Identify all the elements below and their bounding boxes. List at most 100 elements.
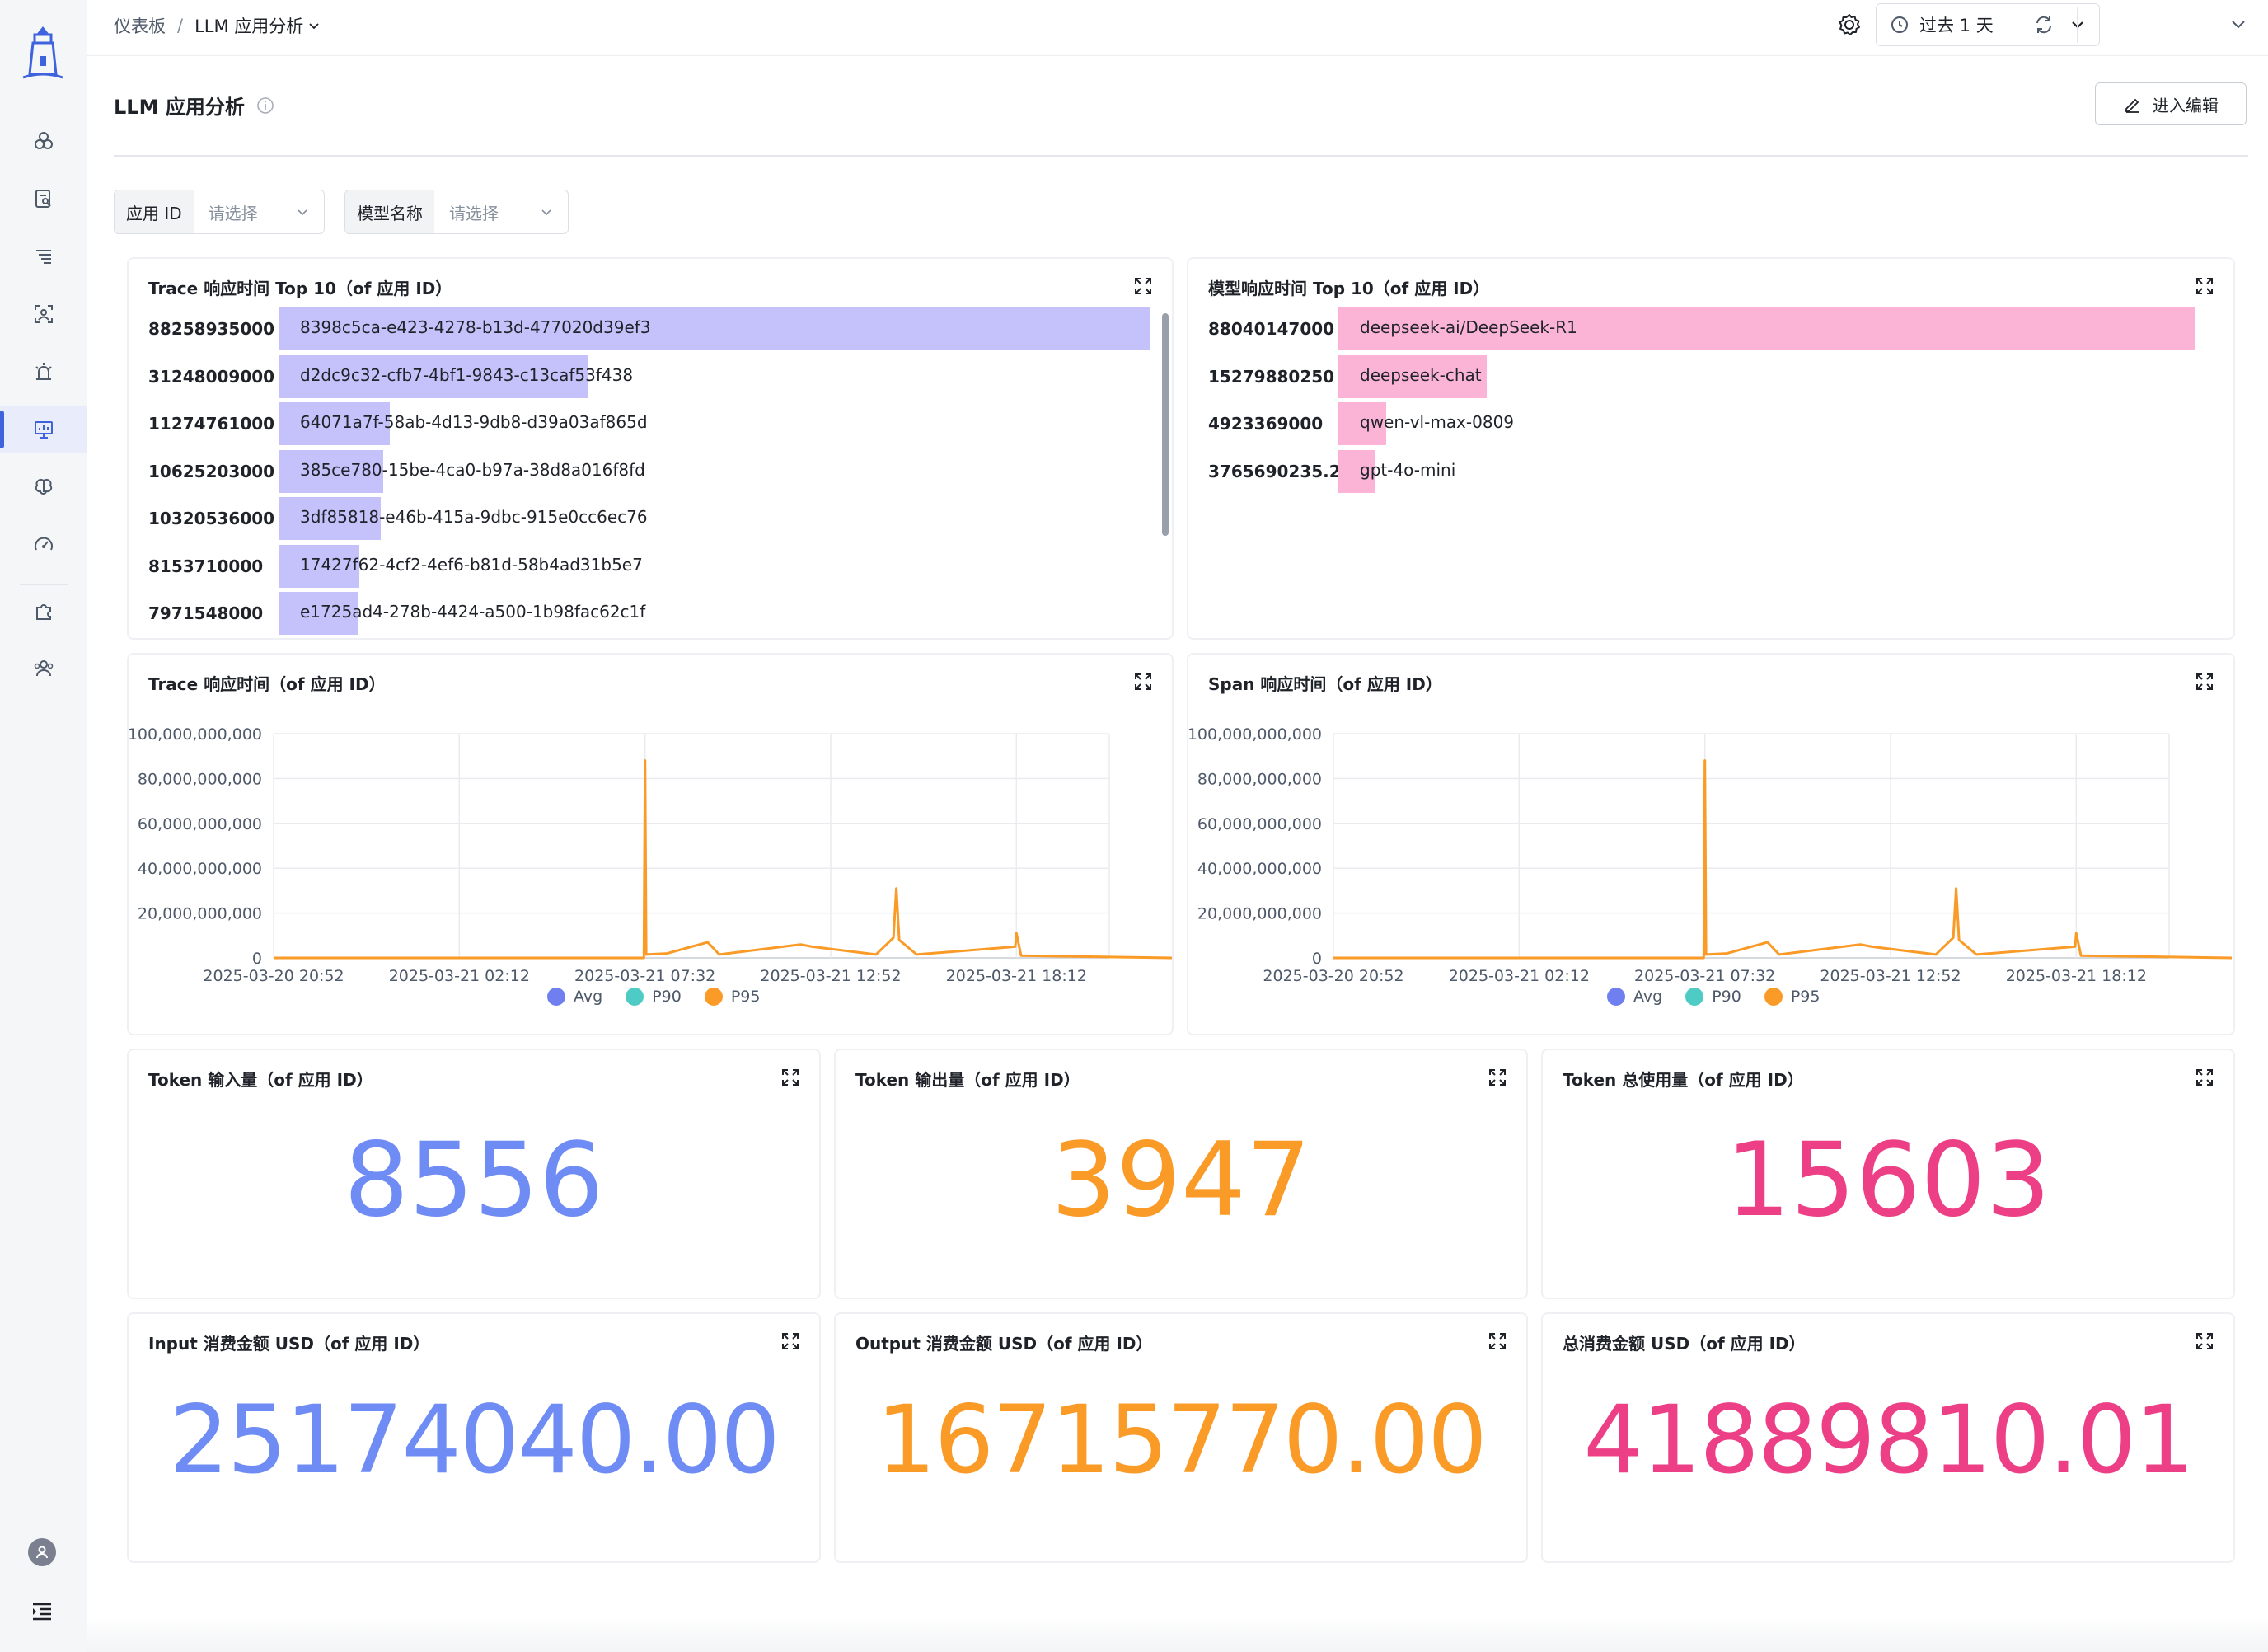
bar-value: 88258935000 xyxy=(148,319,275,339)
legend-dot xyxy=(547,988,565,1006)
title-divider xyxy=(114,155,2248,157)
series-line-p95 xyxy=(1333,759,2233,960)
bar-label: 8398c5ca-e423-4278-b13d-477020d39ef3 xyxy=(300,317,651,337)
nav-alert[interactable] xyxy=(0,348,87,396)
legend-item-avg[interactable]: Avg xyxy=(1607,988,1662,1006)
panel-title: Token 输出量（of 应用 ID） xyxy=(855,1070,1080,1090)
stat-value: 41889810.01 xyxy=(1583,1385,2195,1495)
expand-icon[interactable] xyxy=(2195,1068,2214,1086)
nav-search-doc[interactable] xyxy=(0,175,87,223)
expand-icon[interactable] xyxy=(781,1332,799,1350)
bar-track: 8398c5ca-e423-4278-b13d-477020d39ef3 xyxy=(279,307,1150,350)
info-icon[interactable] xyxy=(256,96,274,115)
enter-edit-button[interactable]: 进入编辑 xyxy=(2095,82,2247,125)
span-response-time-chart[interactable]: 100,000,000,000 80,000,000,000 60,000,000,… xyxy=(1188,655,2233,984)
x-tick-label: 2025-03-20 20:52 xyxy=(1263,967,1403,984)
y-tick-label: 100,000,000,000 xyxy=(129,725,262,744)
trace-response-time-chart[interactable]: 100,000,000,000 80,000,000,000 60,000,000,… xyxy=(129,655,1172,984)
nav-filter-list[interactable] xyxy=(0,232,87,280)
y-tick-label: 40,000,000,000 xyxy=(1197,860,1322,878)
page-bottom-fade xyxy=(87,1616,2268,1652)
nav-dashboard[interactable] xyxy=(0,406,87,453)
bar-row[interactable]: 7971548000 e1725ad4-278b-4424-a500-1b98fa… xyxy=(148,592,1150,635)
legend-dot xyxy=(704,988,723,1006)
bar-row[interactable]: 88258935000 8398c5ca-e423-4278-b13d-47702… xyxy=(148,307,1150,350)
legend-label: P95 xyxy=(730,988,761,1006)
nav-team[interactable] xyxy=(0,645,87,692)
y-tick-label: 60,000,000,000 xyxy=(1197,815,1322,833)
expand-icon[interactable] xyxy=(781,1068,799,1086)
chevron-down-icon xyxy=(298,209,307,216)
bar-row[interactable]: 8153710000 17427f62-4cf2-4ef6-b81d-58b4ad… xyxy=(148,544,1150,588)
bar-row[interactable]: 31248009000 d2dc9c32-cfb7-4bf1-9843-c13ca… xyxy=(148,354,1150,398)
legend-label: Avg xyxy=(1633,988,1663,1006)
filter-model-name-label: 模型名称 xyxy=(345,190,434,233)
header-divider xyxy=(2077,7,2078,43)
bar-row[interactable]: 4923369000 qwen-vl-max-0809 xyxy=(1208,402,2195,445)
bar-value: 7971548000 xyxy=(148,603,264,623)
filter-app-id-placeholder: 请选择 xyxy=(208,203,258,223)
nav-plugin[interactable] xyxy=(0,587,87,635)
settings-gear-icon[interactable] xyxy=(1836,12,1863,38)
bar-track: e1725ad4-278b-4424-a500-1b98fac62c1f xyxy=(279,592,1150,635)
bar-row[interactable]: 10320536000 3df85818-e46b-415a-9dbc-915e0… xyxy=(148,497,1150,540)
legend-item-avg[interactable]: Avg xyxy=(547,988,602,1006)
bar-track: 385ce780-15be-4ca0-b97a-38d8a016f8fd xyxy=(279,449,1150,493)
scrollbar[interactable] xyxy=(1162,313,1169,536)
breadcrumb-current-dashboard[interactable]: LLM 应用分析 xyxy=(194,13,320,38)
y-tick-label: 20,000,000,000 xyxy=(138,905,262,923)
brain-icon xyxy=(35,478,53,495)
bar-label: 3df85818-e46b-415a-9dbc-915e0cc6ec76 xyxy=(300,507,648,527)
legend-item-p90[interactable]: P90 xyxy=(1685,988,1741,1006)
panel-cost-output: Output 消费金额 USD（of 应用 ID） 16715770.00 xyxy=(834,1312,1528,1563)
bar-label: 64071a7f-58ab-4d13-9db8-d39a03af865d xyxy=(300,412,648,432)
bar-value: 11274761000 xyxy=(148,414,275,434)
edit-pencil-icon xyxy=(2125,98,2139,113)
plugin-icon xyxy=(36,604,51,620)
bar-row[interactable]: 10625203000 385ce780-15be-4ca0-b97a-38d8a… xyxy=(148,449,1150,493)
bar-value: 10625203000 xyxy=(148,461,275,481)
bar-track: d2dc9c32-cfb7-4bf1-9843-c13caf53f438 xyxy=(279,354,1150,398)
expand-icon[interactable] xyxy=(2195,1332,2214,1350)
bar-row[interactable]: 15279880250 deepseek-chat xyxy=(1208,354,2195,398)
expand-icon[interactable] xyxy=(1134,277,1152,295)
expand-icon[interactable] xyxy=(1488,1332,1507,1350)
x-tick-label: 2025-03-21 02:12 xyxy=(1449,967,1590,984)
breadcrumb-dashboards[interactable]: 仪表板 xyxy=(114,13,166,38)
legend-dot xyxy=(1607,988,1625,1006)
user-avatar[interactable] xyxy=(28,1538,56,1566)
legend-item-p95[interactable]: P95 xyxy=(704,988,761,1006)
nav-scan[interactable] xyxy=(0,290,87,338)
filter-app-id-select[interactable]: 请选择 xyxy=(194,190,324,233)
x-tick-label: 2025-03-21 12:52 xyxy=(760,967,901,984)
series-line-p95 xyxy=(274,759,1172,960)
bar-label: e1725ad4-278b-4424-a500-1b98fac62c1f xyxy=(300,602,646,622)
panel-trace-response-time: Trace 响应时间（of 应用 ID） 100,000,000,000 80,0… xyxy=(127,653,1174,1035)
legend-item-p95[interactable]: P95 xyxy=(1764,988,1820,1006)
time-range-select[interactable]: 过去 1 天 xyxy=(1876,3,2100,46)
y-tick-label: 80,000,000,000 xyxy=(138,770,262,788)
bar-track: 3df85818-e46b-415a-9dbc-915e0cc6ec76 xyxy=(279,497,1150,540)
bar-row[interactable]: 11274761000 64071a7f-58ab-4d13-9db8-d39a0… xyxy=(148,402,1150,445)
filter-list-icon xyxy=(36,250,51,264)
legend-item-p90[interactable]: P90 xyxy=(626,988,682,1006)
filter-app-id[interactable]: 应用 ID 请选择 xyxy=(114,190,325,234)
refresh-interval-chevron-icon[interactable] xyxy=(2225,12,2252,38)
panel-token-output: Token 输出量（of 应用 ID） 3947 xyxy=(834,1049,1528,1299)
team-icon xyxy=(34,660,54,677)
bar-row[interactable]: 3765690235.29 gpt-4o-mini xyxy=(1208,449,2195,493)
expand-icon[interactable] xyxy=(2195,277,2214,295)
lighthouse-logo-icon[interactable] xyxy=(18,23,68,82)
refresh-icon[interactable] xyxy=(2031,12,2057,38)
nav-brain[interactable] xyxy=(0,463,87,511)
bar-label: deepseek-ai/DeepSeek-R1 xyxy=(1360,317,1577,337)
filter-model-name[interactable]: 模型名称 请选择 xyxy=(344,190,569,234)
nav-gauge[interactable] xyxy=(0,521,87,569)
expand-icon[interactable] xyxy=(1488,1068,1507,1086)
bar-row[interactable]: 88040147000 deepseek-ai/DeepSeek-R1 xyxy=(1208,307,2195,350)
filter-app-id-label: 应用 ID xyxy=(115,190,194,233)
menu-collapse-icon[interactable] xyxy=(30,1599,54,1624)
nav-apps[interactable] xyxy=(0,117,87,165)
filter-model-name-select[interactable]: 请选择 xyxy=(434,190,568,233)
y-tick-label: 60,000,000,000 xyxy=(138,815,262,833)
